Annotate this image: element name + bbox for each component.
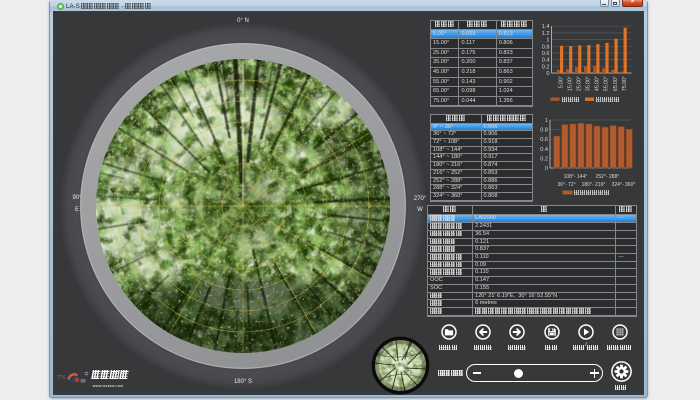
svg-text:45.00°: 45.00° (595, 76, 601, 91)
svg-text:75.00°: 75.00° (622, 76, 628, 91)
svg-text:108°- 144°: 108°- 144° (564, 174, 588, 180)
svg-text:65.00°: 65.00° (613, 76, 619, 91)
svg-text:1: 1 (545, 118, 548, 124)
svg-text:0.6: 0.6 (540, 137, 548, 143)
svg-text:180°- 216°: 180°- 216° (582, 182, 606, 188)
svg-text:1.2: 1.2 (542, 31, 550, 37)
svg-text:TTS: TTS (57, 375, 65, 380)
svg-text:0.4: 0.4 (542, 58, 550, 64)
svg-text:1: 1 (546, 38, 549, 44)
svg-text:55.00°: 55.00° (604, 76, 610, 91)
svg-text:1.4: 1.4 (542, 24, 550, 30)
svg-text:0.8: 0.8 (540, 128, 548, 134)
svg-text:0.2: 0.2 (540, 156, 548, 162)
svg-text:0: 0 (545, 166, 548, 172)
svg-text:36°- 72°: 36°- 72° (557, 182, 575, 188)
svg-text:0.6: 0.6 (542, 51, 550, 57)
svg-text:0.2: 0.2 (542, 64, 550, 70)
svg-text:0.8: 0.8 (542, 44, 550, 50)
svg-text:25.00°: 25.00° (577, 76, 583, 91)
svg-text:5.00°: 5.00° (558, 76, 564, 88)
svg-text:0.4: 0.4 (540, 147, 548, 153)
svg-text:15.00°: 15.00° (567, 76, 573, 91)
svg-text:0: 0 (546, 71, 549, 77)
svg-text:35.00°: 35.00° (586, 76, 592, 91)
svg-text:324°- 360°: 324°- 360° (612, 182, 636, 188)
svg-text:252°- 288°: 252°- 288° (596, 174, 620, 180)
